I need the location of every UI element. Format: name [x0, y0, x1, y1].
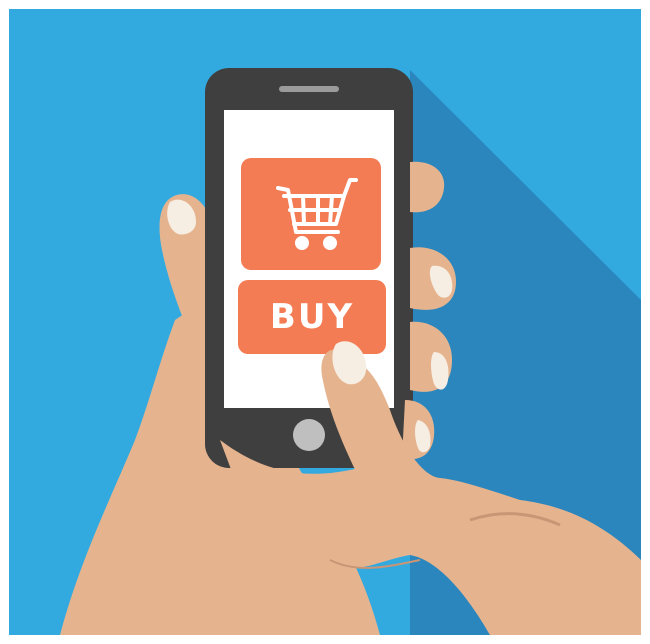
phone-speaker: [279, 86, 339, 92]
home-button-icon[interactable]: [293, 419, 325, 451]
illustration: BUY: [0, 0, 650, 644]
cart-tile[interactable]: [241, 158, 381, 270]
buy-button[interactable]: [238, 280, 386, 354]
illustration-canvas: [0, 0, 650, 644]
